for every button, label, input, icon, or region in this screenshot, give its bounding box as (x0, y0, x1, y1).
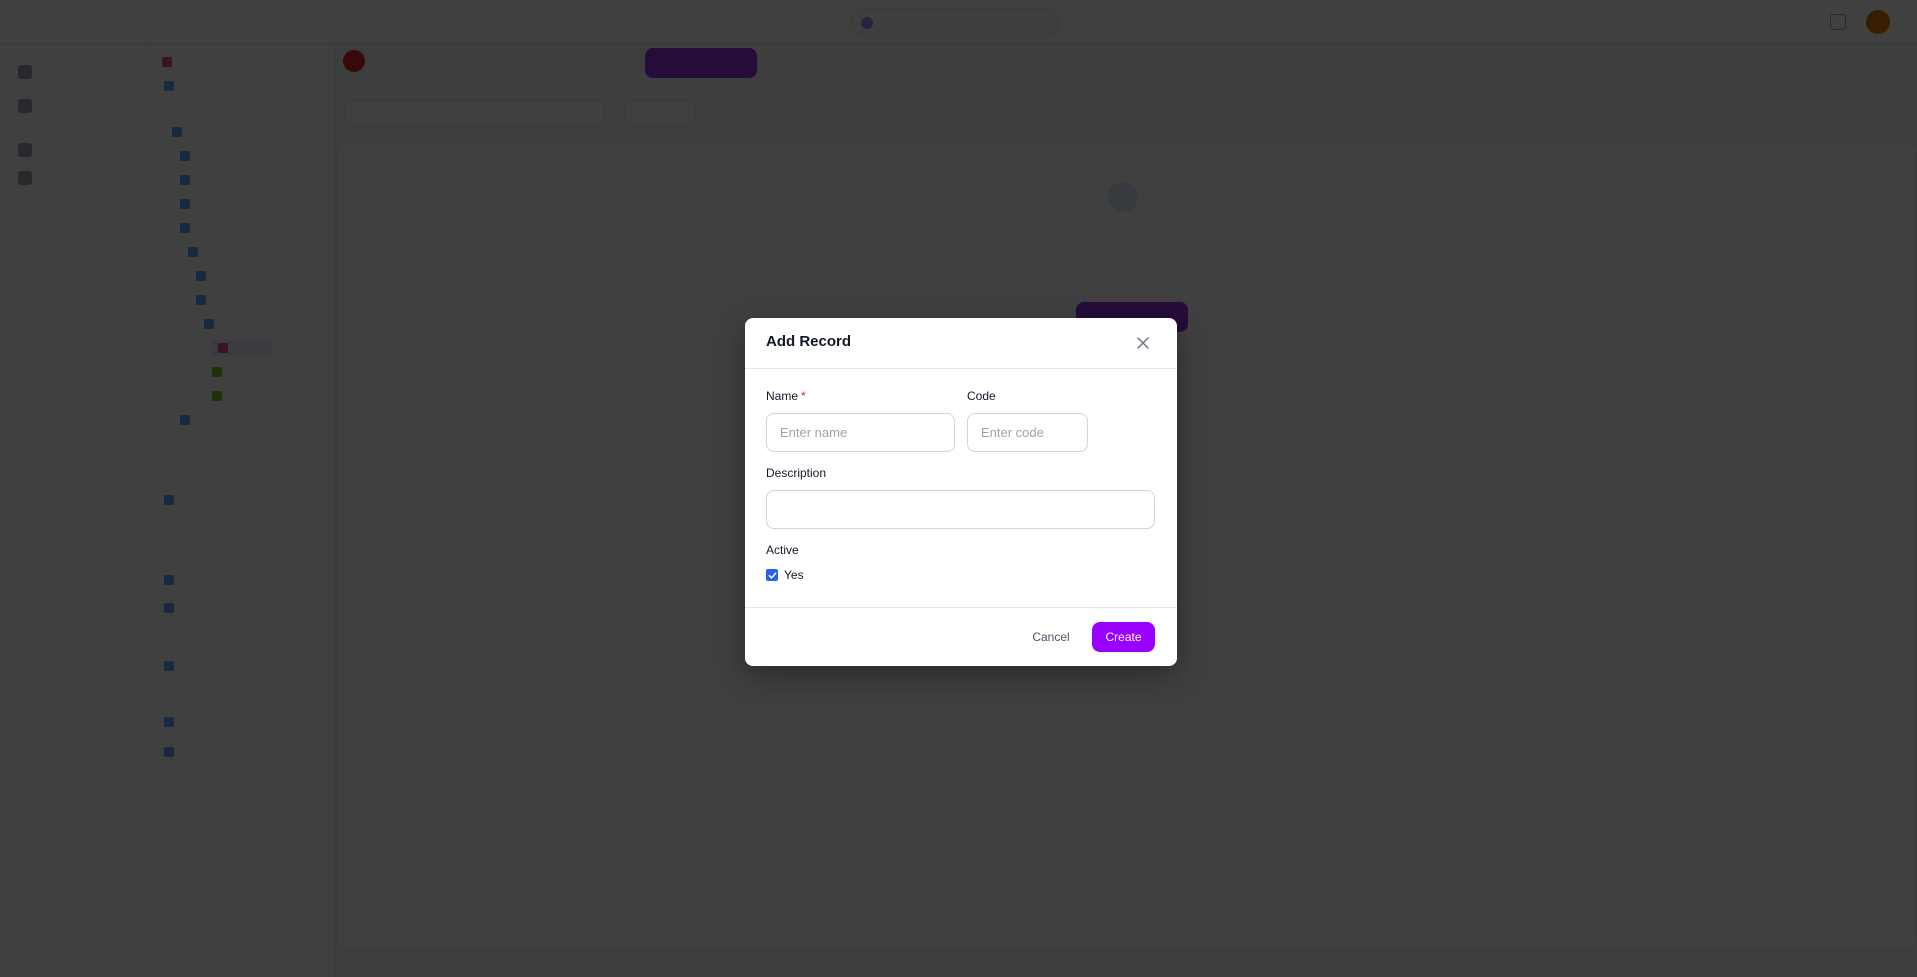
name-input[interactable] (766, 413, 955, 452)
active-checkbox-row[interactable]: Yes (766, 568, 804, 582)
add-record-modal: Add Record Name* Code Description Active… (745, 318, 1177, 666)
create-button[interactable]: Create (1092, 622, 1155, 652)
active-label: Active (766, 543, 799, 557)
cancel-button[interactable]: Cancel (1025, 625, 1077, 649)
check-icon (768, 571, 776, 579)
modal-footer: Cancel Create (745, 607, 1177, 666)
code-input[interactable] (967, 413, 1088, 452)
close-icon (1137, 337, 1149, 349)
modal-header: Add Record (745, 318, 1177, 369)
active-checkbox[interactable] (766, 569, 778, 581)
modal-title: Add Record (766, 333, 852, 350)
required-marker: * (801, 389, 806, 403)
close-button[interactable] (1133, 333, 1153, 353)
code-label: Code (967, 389, 996, 403)
name-label-text: Name (766, 389, 799, 403)
active-option-label: Yes (784, 568, 804, 582)
description-label: Description (766, 466, 827, 480)
description-input[interactable] (766, 490, 1155, 529)
name-label: Name * (766, 389, 806, 403)
